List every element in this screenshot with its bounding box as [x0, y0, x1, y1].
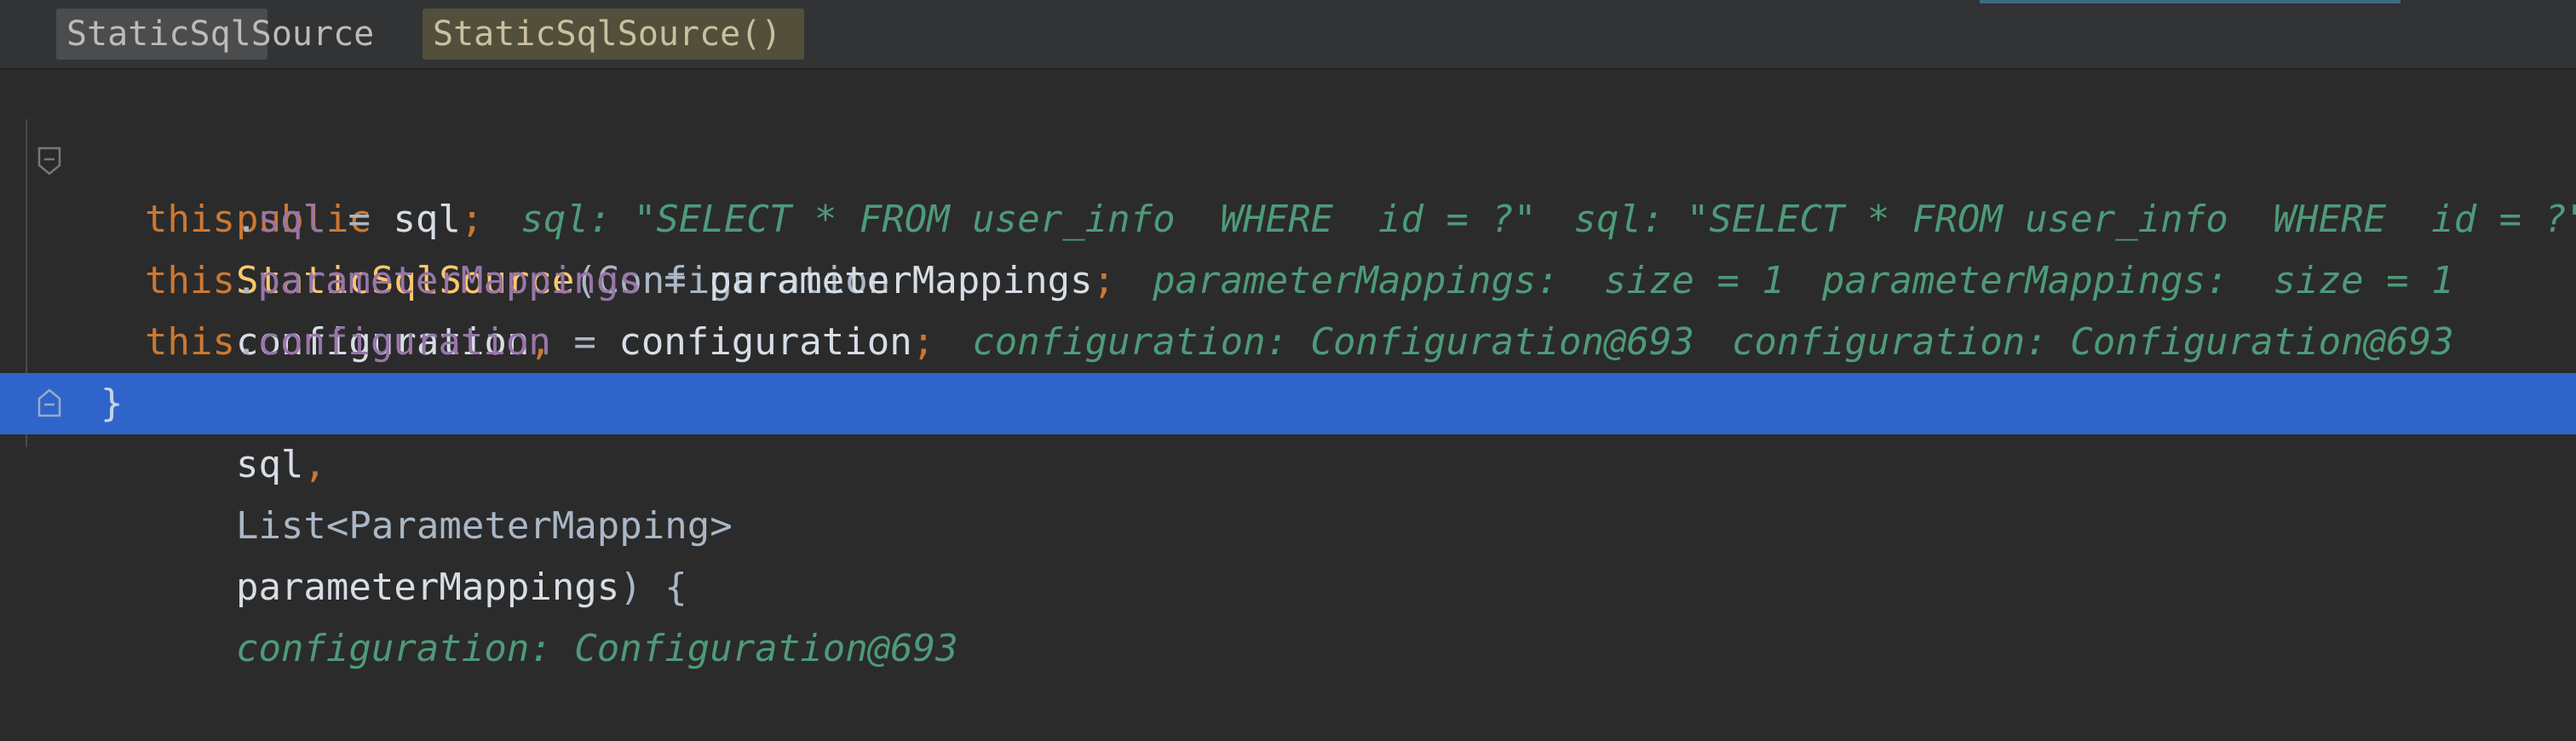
assign: =	[641, 259, 710, 302]
current-execution-line[interactable]: }	[0, 373, 2576, 434]
inline-debug-hint: configuration: Configuration@693	[972, 320, 1694, 364]
assigned-value: parameterMappings	[709, 259, 1093, 302]
code-line-2[interactable]: this.sql = sql; sql: "SELECT * FROM user_…	[0, 189, 2576, 250]
field-name: parameterMappings	[257, 259, 641, 302]
dot: .	[234, 320, 258, 364]
dot: .	[234, 259, 258, 302]
inline-debug-hint: sql: "SELECT * FROM user_info WHERE id =…	[520, 198, 1537, 241]
field-name: sql	[257, 198, 325, 241]
breadcrumb-class[interactable]: StaticSqlSource	[56, 9, 374, 60]
inline-debug-hint: sql: "SELECT * FROM user_info WHERE id =…	[1573, 198, 2576, 241]
close-paren-brace: ) {	[619, 566, 687, 609]
param-type: List<ParameterMapping>	[235, 504, 733, 548]
code-line-4[interactable]: this.configuration = configuration; confi…	[0, 312, 2576, 373]
semicolon: ;	[1092, 259, 1116, 302]
inline-debug-hint: configuration: Configuration@693	[235, 627, 958, 670]
semicolon: ;	[911, 320, 935, 364]
assigned-value: configuration	[618, 320, 912, 364]
field-name: configuration	[257, 320, 551, 364]
active-tab-indicator	[1980, 0, 2401, 3]
param-name: sql	[235, 443, 304, 486]
code-line-3[interactable]: this.parameterMappings = parameterMappin…	[0, 250, 2576, 312]
param-name: parameterMappings	[235, 566, 620, 609]
assign: =	[325, 198, 394, 241]
semicolon: ;	[460, 198, 484, 241]
dot: .	[234, 198, 258, 241]
closing-brace: }	[101, 382, 124, 425]
breadcrumb-method[interactable]: StaticSqlSource()	[423, 9, 804, 60]
inline-debug-hint: parameterMappings: size = 1	[1153, 259, 1785, 302]
keyword-this: this	[145, 198, 235, 241]
inline-debug-hint: configuration: Configuration@693	[1731, 320, 2454, 364]
fold-end-icon[interactable]	[36, 388, 63, 417]
comma: ,	[303, 443, 326, 486]
keyword-this: this	[145, 320, 235, 364]
assign: =	[550, 320, 619, 364]
inline-debug-hint: parameterMappings: size = 1	[1821, 259, 2454, 302]
breadcrumb: StaticSqlSource StaticSqlSource()	[0, 0, 2576, 70]
keyword-this: this	[145, 259, 235, 302]
code-editor[interactable]: StaticSqlSource StaticSqlSource() public…	[0, 0, 2576, 670]
assigned-value: sql	[393, 198, 461, 241]
code-line-1[interactable]: public StaticSqlSource(Configuration con…	[0, 128, 2576, 670]
